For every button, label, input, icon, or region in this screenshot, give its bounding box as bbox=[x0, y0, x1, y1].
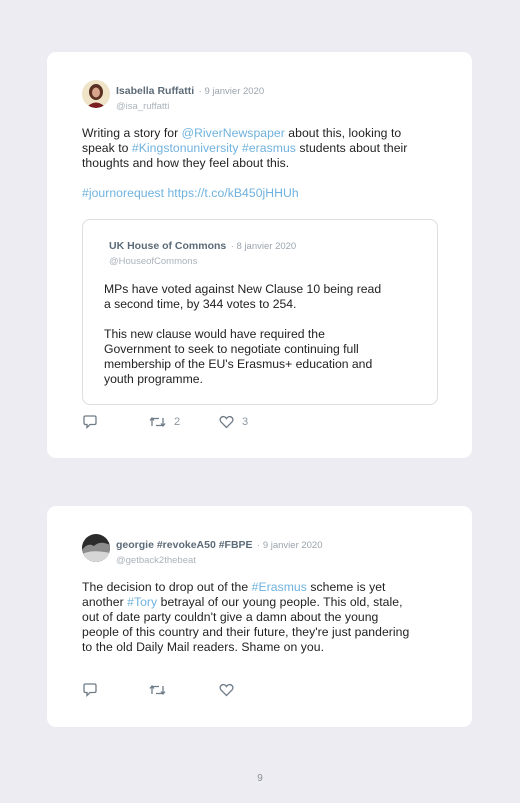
retweet-button[interactable]: 2 bbox=[149, 414, 180, 430]
avatar[interactable] bbox=[82, 80, 110, 108]
retweet-count: 2 bbox=[174, 416, 181, 428]
avatar[interactable] bbox=[82, 534, 110, 562]
text-line: This new clause would have required the bbox=[104, 327, 325, 341]
tweet-card-1: Isabella Ruffatti · 9 janvier 2020 @isa_… bbox=[47, 52, 472, 458]
quoted-tweet[interactable]: UK House of Commons · 8 janvier 2020 @Ho… bbox=[82, 219, 438, 405]
page-number: 9 bbox=[257, 773, 263, 784]
author-info: Isabella Ruffatti · 9 janvier 2020 @isa_… bbox=[116, 81, 264, 112]
tweet-card-2: georgie #revokeA50 #FBPE · 9 janvier 202… bbox=[47, 506, 472, 727]
tweet-text: Writing a story for @RiverNewspaper abou… bbox=[82, 126, 447, 201]
text-line: thoughts and how they feel about this. bbox=[82, 156, 290, 170]
hashtag-link[interactable]: #Erasmus bbox=[252, 580, 307, 594]
text-segment: betrayal of our young people. This old, … bbox=[157, 595, 403, 609]
like-icon bbox=[219, 415, 234, 429]
text-line: out of date party couldn't give a damn a… bbox=[82, 610, 379, 624]
author-name[interactable]: georgie #revokeA50 #FBPE bbox=[116, 539, 253, 551]
quoted-tweet-text: MPs have voted against New Clause 10 bei… bbox=[104, 282, 424, 387]
reply-icon bbox=[83, 415, 97, 429]
author-handle[interactable]: @isa_ruffatti bbox=[116, 101, 264, 112]
tweet-text: The decision to drop out of the #Erasmus… bbox=[82, 580, 452, 655]
quoted-author-info: UK House of Commons · 8 janvier 2020 @Ho… bbox=[109, 236, 296, 267]
reply-icon bbox=[83, 683, 97, 697]
url-link[interactable]: https://t.co/kB450jHHUh bbox=[167, 186, 298, 200]
tweet-header: Isabella Ruffatti · 9 janvier 2020 @isa_… bbox=[82, 80, 382, 112]
text-segment: The decision to drop out of the bbox=[82, 580, 252, 594]
tweet-actions: 2 3 bbox=[82, 414, 282, 430]
text-line: membership of the EU's Erasmus+ educatio… bbox=[104, 357, 373, 371]
text-line: Government to seek to negotiate continui… bbox=[104, 342, 359, 356]
text-segment: Writing a story for bbox=[82, 126, 182, 140]
text-segment: another bbox=[82, 595, 128, 609]
hashtag-link[interactable]: #journorequest bbox=[82, 186, 164, 200]
like-button[interactable]: 3 bbox=[219, 414, 248, 430]
author-info: georgie #revokeA50 #FBPE · 9 janvier 202… bbox=[116, 535, 323, 566]
tweet-date[interactable]: · 9 janvier 2020 bbox=[257, 540, 322, 551]
author-name[interactable]: Isabella Ruffatti bbox=[116, 85, 194, 97]
retweet-button[interactable] bbox=[149, 682, 166, 698]
text-line: MPs have voted against New Clause 10 bei… bbox=[104, 282, 382, 296]
retweet-icon bbox=[149, 416, 166, 428]
like-count: 3 bbox=[242, 416, 249, 428]
text-segment: students about their bbox=[295, 141, 408, 155]
retweet-icon bbox=[149, 684, 166, 696]
quoted-author-name[interactable]: UK House of Commons bbox=[109, 240, 226, 252]
reply-button[interactable] bbox=[82, 414, 98, 430]
like-button[interactable] bbox=[219, 682, 234, 698]
hashtag-link[interactable]: #erasmus bbox=[242, 141, 296, 155]
reply-button[interactable] bbox=[82, 682, 98, 698]
mention-link[interactable]: @RiverNewspaper bbox=[182, 126, 285, 140]
tweet-actions bbox=[82, 682, 282, 698]
text-line: youth programme. bbox=[104, 372, 203, 386]
quoted-author-handle[interactable]: @HouseofCommons bbox=[109, 256, 296, 267]
text-segment: speak to bbox=[82, 141, 132, 155]
quoted-tweet-date: · 8 janvier 2020 bbox=[230, 241, 297, 252]
text-segment: scheme is yet bbox=[306, 580, 386, 594]
author-handle[interactable]: @getback2thebeat bbox=[116, 555, 323, 566]
text-line: people of this country and their future,… bbox=[82, 625, 410, 639]
text-line: a second time, by 344 votes to 254. bbox=[104, 297, 297, 311]
tweet-date[interactable]: · 9 janvier 2020 bbox=[199, 86, 264, 97]
hashtag-link[interactable]: #Kingstonuniversity bbox=[132, 141, 239, 155]
hashtag-link[interactable]: #Tory bbox=[127, 595, 157, 609]
tweet-header: georgie #revokeA50 #FBPE · 9 janvier 202… bbox=[82, 534, 382, 566]
like-icon bbox=[219, 683, 234, 697]
text-line: to the old Daily Mail readers. Shame on … bbox=[82, 640, 325, 654]
text-segment: about this, looking to bbox=[284, 126, 402, 140]
